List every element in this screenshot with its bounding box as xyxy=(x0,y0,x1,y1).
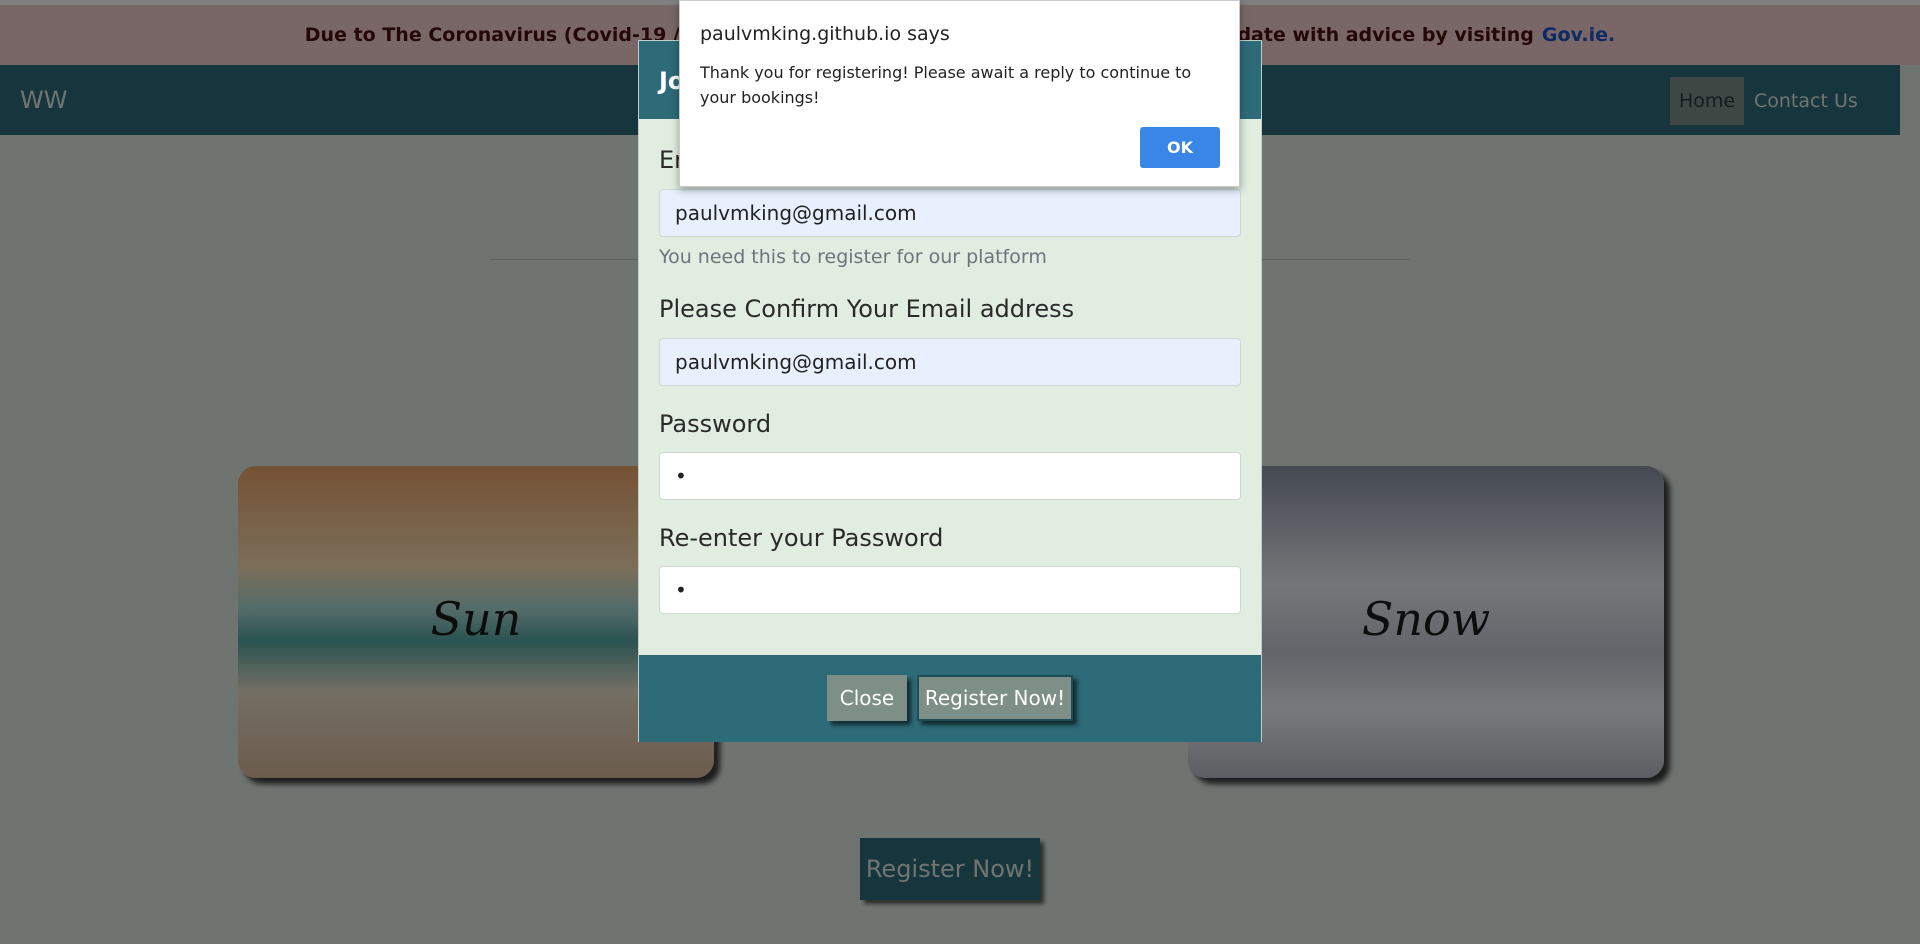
alert-ok-button[interactable]: OK xyxy=(1140,127,1220,168)
browser-alert-dialog: paulvmking.github.io says Thank you for … xyxy=(679,0,1240,187)
password-input[interactable] xyxy=(659,452,1241,500)
password-label: Password xyxy=(659,410,772,438)
close-button[interactable]: Close xyxy=(827,675,907,721)
email-help-text: You need this to register for our platfo… xyxy=(659,246,1047,268)
email-input[interactable] xyxy=(659,189,1241,237)
modal-register-button[interactable]: Register Now! xyxy=(917,675,1073,721)
alert-message: Thank you for registering! Please await … xyxy=(700,63,1192,107)
confirm-email-input[interactable] xyxy=(659,338,1241,386)
alert-title: paulvmking.github.io says xyxy=(700,23,950,45)
reenter-password-label: Re-enter your Password xyxy=(659,524,944,552)
reenter-password-input[interactable] xyxy=(659,566,1241,614)
confirm-email-label: Please Confirm Your Email address xyxy=(659,295,1075,323)
modal-footer: Close Register Now! xyxy=(639,655,1261,742)
